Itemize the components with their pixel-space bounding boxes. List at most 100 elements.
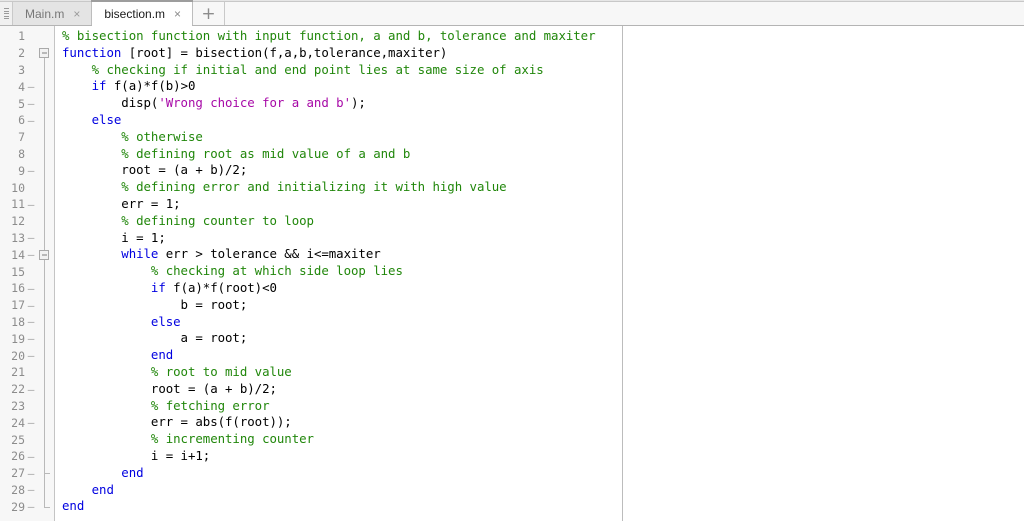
- gutter-row[interactable]: 14–: [0, 246, 54, 264]
- code-line[interactable]: err = abs(f(root));: [62, 414, 622, 431]
- gutter-row[interactable]: 26–: [0, 447, 54, 465]
- tab-main-m[interactable]: Main.m ×: [13, 2, 93, 25]
- gutter-row[interactable]: 8: [0, 145, 54, 163]
- gutter-row[interactable]: 3: [0, 61, 54, 79]
- gutter-row[interactable]: 11–: [0, 195, 54, 213]
- code-line[interactable]: % checking if initial and end point lies…: [62, 62, 622, 79]
- fold-column[interactable]: [37, 162, 53, 180]
- code-line[interactable]: root = (a + b)/2;: [62, 162, 622, 179]
- gutter-row[interactable]: 16–: [0, 279, 54, 297]
- code-line[interactable]: % incrementing counter: [62, 431, 622, 448]
- gutter-row[interactable]: 6–: [0, 111, 54, 129]
- code-line[interactable]: % otherwise: [62, 129, 622, 146]
- new-tab-button[interactable]: +: [193, 2, 226, 25]
- code-line[interactable]: function [root] = bisection(f,a,b,tolera…: [62, 45, 622, 62]
- fold-column[interactable]: [37, 45, 53, 62]
- fold-column[interactable]: [37, 195, 53, 213]
- fold-column[interactable]: [37, 414, 53, 432]
- code-line[interactable]: end: [62, 498, 622, 515]
- gutter-row[interactable]: 10: [0, 179, 54, 196]
- fold-column[interactable]: [37, 330, 53, 348]
- gutter-row[interactable]: 25: [0, 431, 54, 448]
- fold-column[interactable]: [37, 95, 53, 112]
- tab-bisection-m[interactable]: bisection.m ×: [91, 0, 194, 26]
- fold-column[interactable]: [37, 313, 53, 331]
- gutter-row[interactable]: 19–: [0, 330, 54, 348]
- gutter-row[interactable]: 4–: [0, 78, 54, 96]
- code-line[interactable]: err = 1;: [62, 196, 622, 213]
- close-icon[interactable]: ×: [71, 8, 82, 20]
- drag-grip-icon[interactable]: [0, 2, 13, 25]
- executable-line-marker: –: [27, 197, 35, 211]
- gutter-row[interactable]: 2: [0, 45, 54, 62]
- gutter-row[interactable]: 29–: [0, 498, 54, 515]
- fold-column[interactable]: [37, 128, 53, 146]
- gutter-row[interactable]: 20–: [0, 347, 54, 364]
- code-line[interactable]: % defining counter to loop: [62, 213, 622, 230]
- code-line[interactable]: b = root;: [62, 297, 622, 314]
- fold-column[interactable]: [37, 447, 53, 465]
- fold-column[interactable]: [37, 229, 53, 247]
- gutter-row[interactable]: 12: [0, 212, 54, 230]
- fold-column[interactable]: [37, 212, 53, 230]
- fold-column[interactable]: [37, 464, 53, 482]
- fold-column[interactable]: [37, 347, 53, 364]
- gutter-row[interactable]: 23: [0, 397, 54, 415]
- gutter-row[interactable]: 22–: [0, 380, 54, 398]
- fold-column[interactable]: [37, 145, 53, 163]
- code-line[interactable]: % defining root as mid value of a and b: [62, 146, 622, 163]
- code-line[interactable]: i = 1;: [62, 230, 622, 247]
- code-line[interactable]: % checking at which side loop lies: [62, 263, 622, 280]
- gutter-row[interactable]: 9–: [0, 162, 54, 180]
- fold-column[interactable]: [37, 279, 53, 297]
- code-line[interactable]: root = (a + b)/2;: [62, 381, 622, 398]
- gutter-row[interactable]: 7: [0, 128, 54, 146]
- code-line[interactable]: if f(a)*f(b)>0: [62, 78, 622, 95]
- code-line[interactable]: if f(a)*f(root)<0: [62, 280, 622, 297]
- gutter-row[interactable]: 13–: [0, 229, 54, 247]
- editor-gutter[interactable]: 1 2 3 4–5–6–7 8 9–10 11–12 13–14–15 16–17–18–19–…: [0, 26, 55, 521]
- code-line[interactable]: end: [62, 482, 622, 499]
- fold-column[interactable]: [37, 481, 53, 499]
- fold-collapse-icon[interactable]: [39, 48, 49, 59]
- fold-column[interactable]: [37, 111, 53, 129]
- close-icon[interactable]: ×: [172, 8, 183, 20]
- fold-column[interactable]: [37, 380, 53, 398]
- code-line[interactable]: a = root;: [62, 330, 622, 347]
- fold-column[interactable]: [37, 397, 53, 415]
- code-line[interactable]: % root to mid value: [62, 364, 622, 381]
- fold-column[interactable]: [37, 363, 53, 381]
- fold-collapse-icon[interactable]: [39, 249, 49, 260]
- fold-column[interactable]: [37, 431, 53, 448]
- fold-column[interactable]: [37, 78, 53, 96]
- code-line[interactable]: else: [62, 112, 622, 129]
- fold-column[interactable]: [37, 61, 53, 79]
- code-line[interactable]: % fetching error: [62, 398, 622, 415]
- code-line[interactable]: while err > tolerance && i<=maxiter: [62, 246, 622, 263]
- fold-column[interactable]: [37, 246, 53, 264]
- fold-column[interactable]: [37, 263, 53, 280]
- code-line[interactable]: i = i+1;: [62, 448, 622, 465]
- gutter-row[interactable]: 15: [0, 263, 54, 280]
- fold-column[interactable]: [37, 296, 53, 314]
- fold-column[interactable]: [37, 28, 53, 45]
- fold-column[interactable]: [37, 498, 53, 515]
- gutter-row[interactable]: 5–: [0, 95, 54, 112]
- gutter-row[interactable]: 17–: [0, 296, 54, 314]
- code-line[interactable]: end: [62, 465, 622, 482]
- code-line[interactable]: % bisection function with input function…: [62, 28, 622, 45]
- gutter-row[interactable]: 1: [0, 28, 54, 45]
- code-line[interactable]: disp('Wrong choice for a and b');: [62, 95, 622, 112]
- fold-line: [43, 61, 45, 79]
- gutter-row[interactable]: 24–: [0, 414, 54, 432]
- gutter-row[interactable]: 28–: [0, 481, 54, 499]
- code-line[interactable]: else: [62, 314, 622, 331]
- line-number: 24: [11, 415, 25, 430]
- code-text-area[interactable]: % bisection function with input function…: [55, 26, 622, 521]
- gutter-row[interactable]: 27–: [0, 464, 54, 482]
- code-line[interactable]: % defining error and initializing it wit…: [62, 179, 622, 196]
- code-line[interactable]: end: [62, 347, 622, 364]
- fold-column[interactable]: [37, 179, 53, 196]
- gutter-row[interactable]: 18–: [0, 313, 54, 331]
- gutter-row[interactable]: 21: [0, 363, 54, 381]
